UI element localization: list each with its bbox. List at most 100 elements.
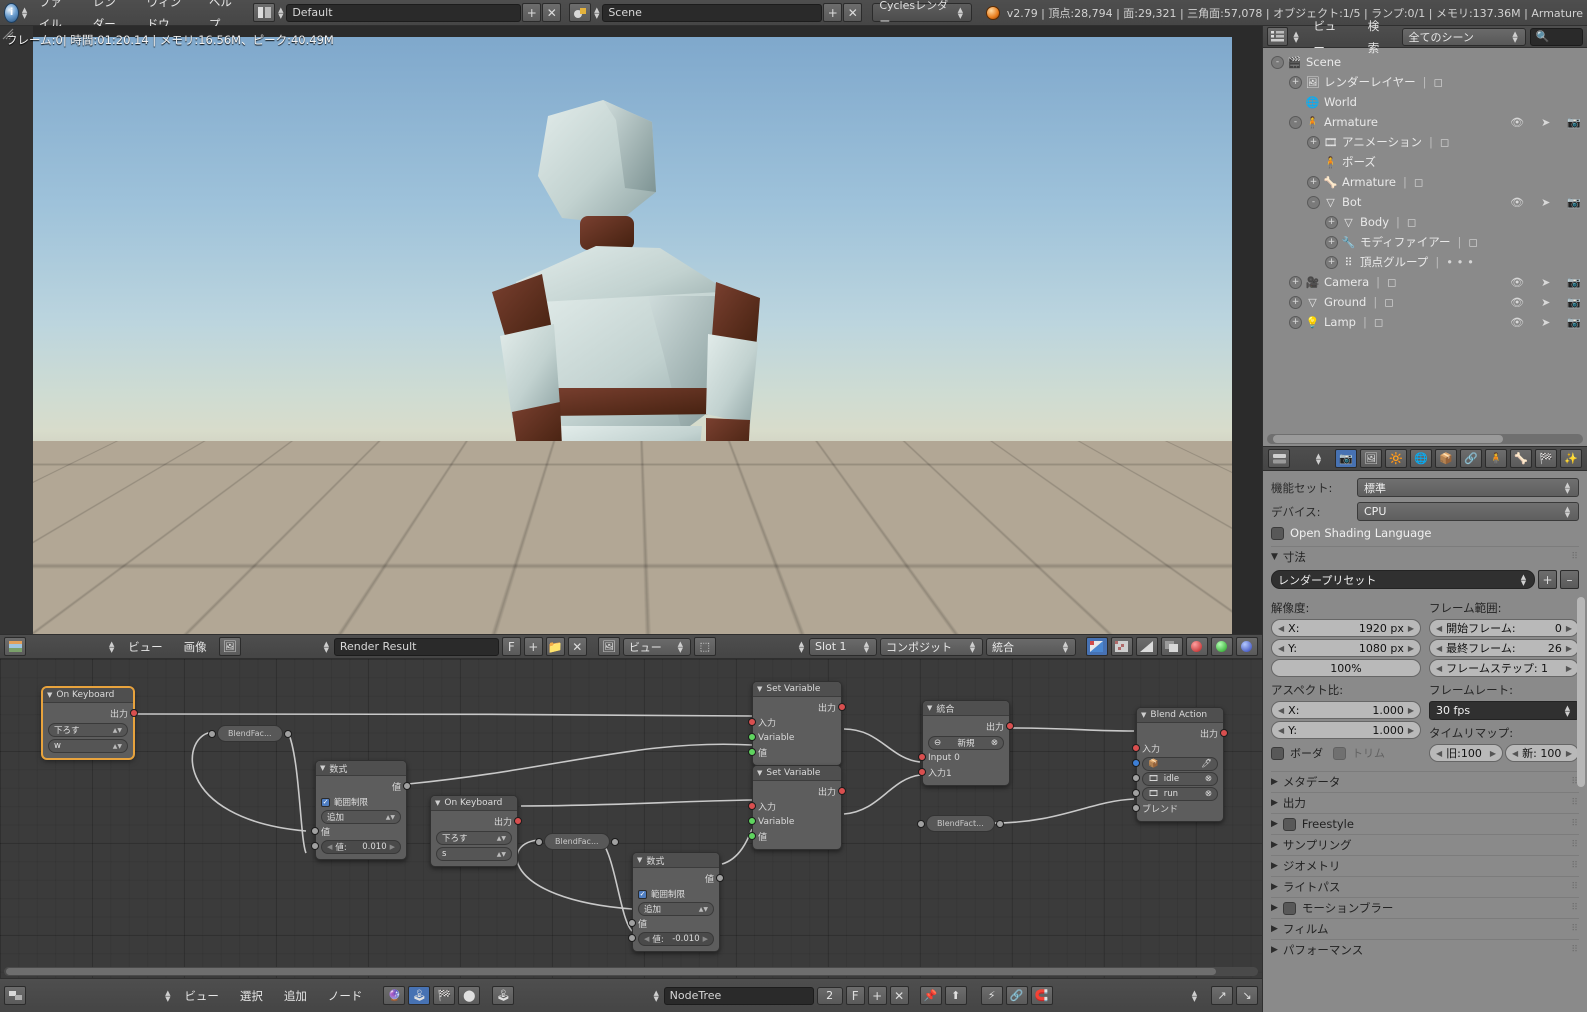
decrement-arrow-icon[interactable]: ◀ bbox=[1436, 624, 1442, 633]
input-socket[interactable] bbox=[208, 730, 216, 738]
node-action-row-0[interactable]: 🎞 idle ⊗ bbox=[1132, 771, 1218, 786]
node-input-row[interactable]: 入力 bbox=[748, 715, 836, 730]
expand-toggle-icon[interactable]: + bbox=[1289, 275, 1302, 289]
outliner-row-Armature[interactable]: - 🧍 Armature 👁 ➤ 📷 bbox=[1263, 112, 1587, 132]
green-channel-icon[interactable] bbox=[1210, 637, 1233, 656]
resolution-percentage-field[interactable]: 100% bbox=[1271, 659, 1421, 677]
node-header[interactable]: ▼ Set Variable bbox=[753, 682, 841, 697]
input-socket[interactable] bbox=[1132, 774, 1140, 782]
unlink-image-button[interactable]: ✕ bbox=[567, 637, 587, 656]
outliner-display-mode-select[interactable]: 全てのシーン ▲ ▼ bbox=[1402, 27, 1526, 46]
border-toggle[interactable]: ボーダ bbox=[1271, 745, 1323, 761]
node-onkb1[interactable]: ▼ On Keyboard 出力 下ろす ▲▼ w ▲▼ bbox=[42, 687, 138, 759]
framerate-spinner[interactable]: ▲ ▼ bbox=[1563, 704, 1572, 717]
node-output-row[interactable]: 出力 bbox=[436, 814, 522, 829]
decrement-arrow-icon[interactable]: ◀ bbox=[1278, 644, 1284, 653]
outliner-extra-datablock-icon[interactable]: • • • bbox=[1446, 255, 1474, 269]
node-to-frame-icon[interactable]: ↗ bbox=[1210, 986, 1233, 1005]
expand-toggle-icon[interactable]: + bbox=[1325, 235, 1338, 249]
properties-section-Freestyle[interactable]: ▶ Freestyle ⠿ bbox=[1271, 813, 1579, 834]
bone-icon[interactable]: 🦴 bbox=[1510, 449, 1532, 468]
node-menu-select[interactable]: 選択 bbox=[231, 985, 272, 1007]
add-layout-button[interactable]: + bbox=[522, 3, 542, 22]
outliner-search-field[interactable]: 🔍 bbox=[1529, 27, 1583, 46]
node-input-row[interactable]: Variable bbox=[748, 814, 836, 829]
properties-editor-type-icon[interactable] bbox=[1268, 449, 1290, 468]
render-engine-select[interactable]: Cyclesレンダー ▲ ▼ bbox=[872, 0, 972, 28]
field-spinner[interactable]: ▲▼ bbox=[497, 851, 506, 857]
increment-arrow-icon[interactable]: ▶ bbox=[1490, 749, 1496, 758]
outliner-type-spinner[interactable]: ▲ ▼ bbox=[1292, 30, 1300, 43]
node-input-row[interactable]: 値 bbox=[748, 829, 836, 844]
node-value-row[interactable]: ◀ 値: 0.010 ▶ bbox=[311, 839, 401, 854]
outliner-row-Ground[interactable]: + ▽ Ground | ◻ 👁 ➤ 📷 bbox=[1263, 292, 1587, 312]
input-socket[interactable] bbox=[628, 919, 636, 927]
input-socket[interactable] bbox=[748, 817, 756, 825]
checkbox-checked-icon[interactable]: ✓ bbox=[638, 889, 647, 899]
node-operation-select[interactable]: 追加 ▲▼ bbox=[638, 902, 714, 916]
node-collapse-icon[interactable]: ▼ bbox=[435, 799, 440, 807]
go-up-icon[interactable]: ⬆ bbox=[944, 986, 967, 1005]
remove-icon[interactable]: ⊖ bbox=[934, 738, 941, 748]
render-result-icon[interactable]: 🖼 bbox=[597, 637, 620, 656]
image-datablock-spinner[interactable]: ▲ ▼ bbox=[322, 640, 331, 653]
expand-toggle-icon[interactable]: + bbox=[1307, 175, 1320, 189]
node-clamp-toggle[interactable]: ✓ 範囲制限 bbox=[321, 796, 401, 808]
input-socket[interactable] bbox=[311, 827, 319, 835]
node-blendaction[interactable]: ▼ Blend Action 出力 入力 📦 🖊 🎞 idle ⊗ 🎞 run ⊗ ブレンド bbox=[1132, 707, 1228, 822]
restrict-render-icon[interactable]: 📷 bbox=[1567, 276, 1581, 289]
decrement-arrow-icon[interactable]: ◀ bbox=[1278, 726, 1284, 735]
remove-preset-button[interactable]: – bbox=[1560, 570, 1579, 589]
outliner-horizontal-scrollbar[interactable] bbox=[1267, 434, 1583, 444]
node-value-field[interactable]: ◀ 値: -0.010 ▶ bbox=[638, 931, 714, 946]
operation-spinner[interactable]: ▲▼ bbox=[699, 906, 708, 912]
input-socket[interactable] bbox=[917, 820, 925, 828]
link-icon[interactable]: 🔗 bbox=[1005, 986, 1028, 1005]
field-spinner[interactable]: ▲▼ bbox=[113, 743, 122, 749]
node-menu-add[interactable]: 追加 bbox=[275, 985, 316, 1007]
decrement-arrow-icon[interactable]: ◀ bbox=[644, 935, 649, 943]
node-output-row[interactable]: 出力 bbox=[1142, 726, 1228, 741]
input-socket[interactable] bbox=[535, 838, 543, 846]
node-header[interactable]: ▼ 統合 bbox=[923, 701, 1009, 716]
output-socket[interactable] bbox=[716, 874, 724, 882]
node-value-field[interactable]: ◀ 値: 0.010 ▶ bbox=[321, 839, 401, 854]
scene-selector[interactable]: ▲ ▼ Scene + ✕ bbox=[569, 3, 863, 22]
node-math1[interactable]: ▼ 数式値 ✓ 範囲制限 追加 ▲▼ 値 ◀ 値: 0.010 ▶ bbox=[311, 760, 411, 860]
expand-toggle-icon[interactable]: + bbox=[1325, 255, 1338, 269]
restrict-view-icon[interactable]: 👁 bbox=[1510, 296, 1524, 309]
outliner-extra-datablock-icon[interactable]: ◻ bbox=[1440, 135, 1450, 149]
output-socket[interactable] bbox=[838, 787, 846, 795]
world-icon[interactable]: 🌐 bbox=[1410, 449, 1432, 468]
input-socket[interactable] bbox=[311, 842, 319, 850]
image-editor-icon[interactable] bbox=[4, 637, 26, 656]
node-input-row[interactable]: 入力1 bbox=[918, 765, 1004, 780]
node-output-row[interactable]: 出力 bbox=[928, 719, 1014, 734]
texture-nodes-icon[interactable]: 🏁 bbox=[433, 986, 456, 1005]
node-header[interactable]: ▼ On Keyboard bbox=[431, 796, 517, 811]
outliner-row-Lamp[interactable]: + 💡 Lamp | ◻ 👁 ➤ 📷 bbox=[1263, 312, 1587, 332]
increment-arrow-icon[interactable]: ▶ bbox=[1566, 644, 1572, 653]
increment-arrow-icon[interactable]: ▶ bbox=[1566, 664, 1572, 673]
decrement-arrow-icon[interactable]: ◀ bbox=[1436, 664, 1442, 673]
render-layer-spinner[interactable]: ▲ ▼ bbox=[968, 640, 977, 653]
snap-icon[interactable]: 🧲 bbox=[1030, 986, 1053, 1005]
clear-icon[interactable]: ⊗ bbox=[991, 738, 998, 748]
decrement-arrow-icon[interactable]: ◀ bbox=[327, 843, 332, 851]
increment-arrow-icon[interactable]: ▶ bbox=[1566, 624, 1572, 633]
outliner-row-Armature[interactable]: + 🦴 Armature | ◻ bbox=[1263, 172, 1587, 192]
feature-set-select[interactable]: 標準 ▲ ▼ bbox=[1357, 478, 1579, 497]
node-setvar2[interactable]: ▼ Set Variable 出力 入力 Variable 値 bbox=[748, 765, 846, 850]
scene-name-field[interactable]: Scene bbox=[602, 3, 823, 22]
properties-section-メタデータ[interactable]: ▶ メタデータ ⠿ bbox=[1271, 771, 1579, 792]
node-menu-view[interactable]: ビュー bbox=[175, 985, 228, 1007]
nodetree-new-button[interactable]: + bbox=[867, 986, 887, 1005]
node-math2[interactable]: ▼ 数式値 ✓ 範囲制限 追加 ▲▼ 値 ◀ 値: -0.010 ▶ bbox=[628, 852, 724, 952]
outliner-row-World[interactable]: 🌐 World bbox=[1263, 92, 1587, 112]
increment-arrow-icon[interactable]: ▶ bbox=[1408, 644, 1414, 653]
decrement-arrow-icon[interactable]: ◀ bbox=[1278, 624, 1284, 633]
outliner-row-レンダーレイヤー[interactable]: + 🖼 レンダーレイヤー | ◻ bbox=[1263, 72, 1587, 92]
node-editor-icon[interactable] bbox=[4, 986, 26, 1005]
node-header[interactable]: ▼ Blend Action bbox=[1137, 708, 1223, 723]
screen-layout-icon[interactable] bbox=[253, 3, 276, 22]
